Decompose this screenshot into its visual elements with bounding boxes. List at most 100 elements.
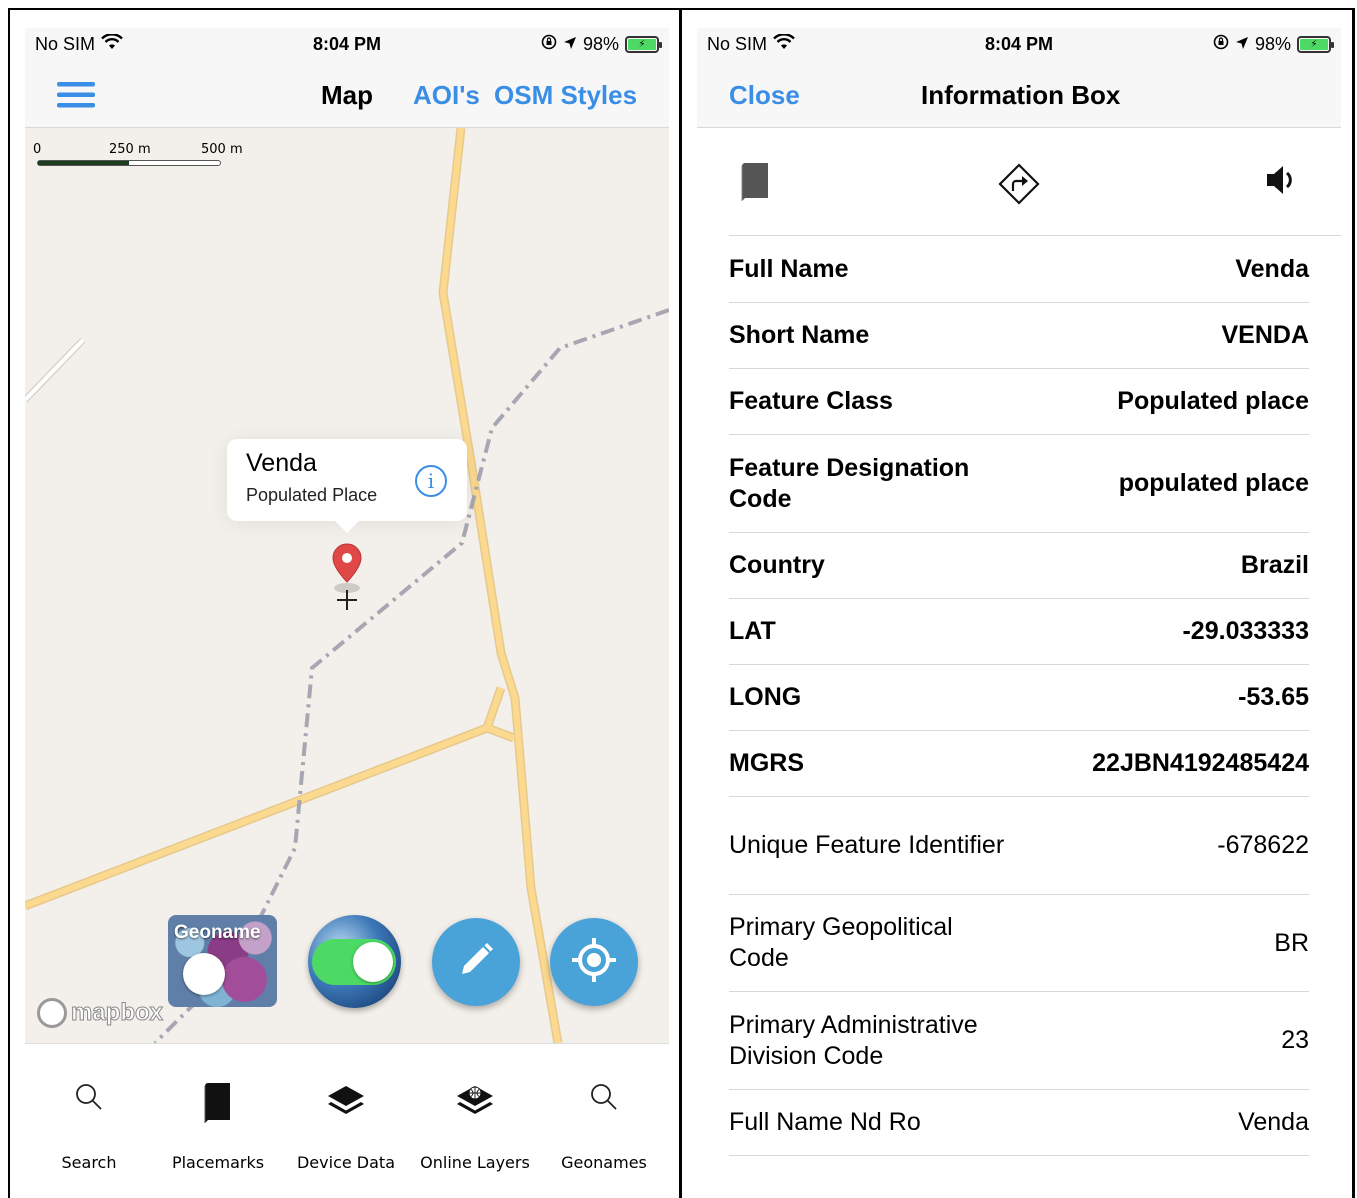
frame-border-right <box>1352 8 1355 1198</box>
info-value: populated place <box>1118 469 1309 497</box>
info-row: Unique Feature Identifier -678622 <box>729 797 1309 895</box>
tab-label: Search <box>61 1153 117 1172</box>
info-key: Full Name <box>729 255 849 283</box>
info-value: -678622 <box>1217 831 1309 859</box>
location-arrow-icon <box>563 34 577 55</box>
scale-label-mid: 250 m <box>109 142 151 157</box>
info-nav-bar: Close Information Box <box>697 64 1341 128</box>
status-right: 98% ⚡ <box>541 34 662 55</box>
info-title: Information Box <box>921 80 1121 110</box>
information-box-screen: No SIM 8:04 PM 98% ⚡ Close Information B… <box>697 28 1341 1198</box>
tab-device-data[interactable]: Device Data <box>282 1044 410 1198</box>
map-nav-bar: Map AOI's OSM Styles <box>25 64 669 128</box>
battery-icon: ⚡ <box>1297 36 1334 53</box>
layers-icon <box>325 1082 367 1126</box>
info-key: LAT <box>729 617 776 645</box>
online-layer-toggle[interactable] <box>308 915 401 1008</box>
menu-icon[interactable] <box>57 81 95 114</box>
info-row: Full Name Venda <box>729 237 1309 303</box>
info-value: Populated place <box>1117 387 1309 415</box>
scale-label-max: 500 m <box>201 142 243 157</box>
tab-geonames[interactable]: Geonames <box>540 1044 668 1198</box>
tab-label: Geonames <box>561 1153 647 1172</box>
info-value: Venda <box>1238 1108 1309 1136</box>
aois-button[interactable]: AOI's <box>413 80 480 111</box>
callout-subtitle: Populated Place <box>246 485 378 505</box>
tab-search[interactable]: Search <box>25 1044 153 1198</box>
scale-bar <box>37 160 221 166</box>
osm-styles-button[interactable]: OSM Styles <box>494 80 637 111</box>
info-key: LONG <box>729 683 802 711</box>
place-callout[interactable]: Venda Populated Place i <box>227 439 467 533</box>
info-row: Feature Class Populated place <box>729 369 1309 435</box>
info-value: BR <box>1274 928 1309 957</box>
mapbox-logo[interactable]: mapbox <box>37 998 164 1028</box>
online-layers-icon <box>454 1082 496 1126</box>
info-key: Unique Feature Identifier <box>729 831 1005 859</box>
target-icon <box>570 936 618 989</box>
frame-border-top <box>8 8 1355 10</box>
info-value: VENDA <box>1221 321 1309 349</box>
info-row: Feature Designation Code populated place <box>729 435 1309 533</box>
mapbox-logo-icon <box>37 998 67 1028</box>
tab-label: Online Layers <box>420 1153 530 1172</box>
battery-percent: 98% <box>1254 34 1291 54</box>
info-row: LONG -53.65 <box>729 665 1309 731</box>
search-icon <box>589 1082 619 1126</box>
tab-bar: Search Placemarks Device Data Online Lay… <box>25 1043 669 1198</box>
close-button[interactable]: Close <box>729 80 800 111</box>
info-value: Brazil <box>1240 551 1309 579</box>
info-key: MGRS <box>729 749 804 777</box>
status-bar: No SIM 8:04 PM 98% ⚡ <box>25 28 669 64</box>
tab-label: Placemarks <box>171 1153 265 1172</box>
edit-button[interactable] <box>432 918 520 1006</box>
tab-online-layers[interactable]: Online Layers <box>411 1044 539 1198</box>
action-icon-row <box>729 128 1341 236</box>
tab-label: Device Data <box>296 1153 395 1172</box>
map-title: Map <box>321 80 373 110</box>
info-row: MGRS 22JBN4192485424 <box>729 731 1309 797</box>
frame-border-left <box>8 8 10 1198</box>
toggle-track <box>312 939 396 985</box>
callout-title: Venda <box>246 449 317 477</box>
geoname-label: Geoname <box>174 922 261 943</box>
info-value: 23 <box>1281 1026 1309 1054</box>
geoname-toggle-knob <box>183 953 225 995</box>
toggle-knob <box>353 942 393 982</box>
locate-me-button[interactable] <box>550 918 638 1006</box>
info-row: Country Brazil <box>729 533 1309 599</box>
info-key: Feature Designation Code <box>729 453 970 513</box>
info-key: Short Name <box>729 321 870 349</box>
battery-percent: 98% <box>582 34 619 54</box>
search-icon <box>74 1082 104 1126</box>
map-view[interactable]: 0 250 m 500 m Venda Populated Place i Ge… <box>25 128 669 1043</box>
map-screen: No SIM 8:04 PM 98% ⚡ Map AOI's OSM Style… <box>25 28 669 1198</box>
speaker-icon[interactable] <box>1263 162 1303 203</box>
info-list: Full Name Venda Short Name VENDA Feature… <box>729 237 1309 1156</box>
bookmark-icon[interactable] <box>739 162 771 207</box>
status-bar: No SIM 8:04 PM 98% ⚡ <box>697 28 1341 64</box>
info-key: Feature Class <box>729 387 893 415</box>
orientation-lock-icon <box>541 34 557 55</box>
crosshair-icon <box>337 590 357 610</box>
info-icon[interactable]: i <box>415 465 447 497</box>
info-value: 22JBN4192485424 <box>1092 749 1309 777</box>
orientation-lock-icon <box>1213 34 1229 55</box>
battery-icon: ⚡ <box>625 36 662 53</box>
scale-label-zero: 0 <box>33 142 42 157</box>
info-row: LAT -29.033333 <box>729 599 1309 665</box>
info-value: -53.65 <box>1238 683 1309 711</box>
info-key: Country <box>729 551 825 579</box>
tab-placemarks[interactable]: Placemarks <box>154 1044 282 1198</box>
info-row: Primary Administrative Division Code 23 <box>729 992 1309 1090</box>
info-key: Primary Geopolitical Code <box>729 913 953 972</box>
location-arrow-icon <box>1235 34 1249 55</box>
info-row: Full Name Nd Ro Venda <box>729 1090 1309 1156</box>
info-key: Primary Administrative Division Code <box>729 1010 978 1070</box>
info-row: Short Name VENDA <box>729 303 1309 369</box>
mapbox-label: mapbox <box>70 999 164 1027</box>
pencil-icon <box>456 940 496 985</box>
geoname-toggle[interactable]: Geoname <box>168 915 277 1007</box>
directions-icon[interactable] <box>997 162 1041 211</box>
frame-border-middle <box>679 8 682 1198</box>
